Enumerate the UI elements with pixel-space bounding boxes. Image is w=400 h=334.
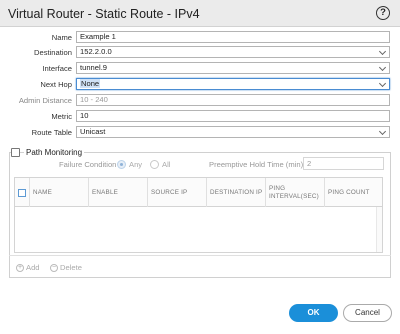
route-table-label: Route Table (31, 128, 72, 137)
column-header-ping-interval[interactable]: PING INTERVAL(SEC) (266, 178, 325, 207)
metric-field[interactable]: 10 (76, 110, 390, 122)
interface-label: Interface (42, 64, 72, 73)
column-header-destination-ip[interactable]: DESTINATION IP (207, 178, 266, 207)
interface-select[interactable]: tunnel.9 (76, 62, 390, 74)
path-monitoring-checkbox[interactable] (11, 148, 20, 157)
column-header-source-ip[interactable]: SOURCE IP (148, 178, 207, 207)
failure-condition-all-label: All (162, 160, 171, 169)
next-hop-select[interactable]: None (76, 78, 390, 90)
route-table-value: Unicast (80, 127, 106, 136)
minus-icon: − (50, 263, 58, 272)
chevron-down-icon[interactable] (378, 63, 387, 72)
admin-distance-label: Admin Distance (18, 96, 72, 105)
delete-button[interactable]: − Delete (50, 263, 82, 272)
admin-distance-placeholder: 10 - 240 (80, 95, 108, 104)
failure-condition-all-radio[interactable] (150, 160, 159, 169)
table-header: NAME ENABLE SOURCE IP DESTINATION IP PIN… (15, 178, 382, 207)
add-button[interactable]: + Add (16, 263, 40, 272)
next-hop-value: None (80, 79, 101, 88)
failure-condition-label: Failure Condition (59, 160, 117, 169)
column-header-ping-count[interactable]: PING COUNT (325, 178, 382, 207)
path-monitoring-title: Path Monitoring (24, 148, 85, 157)
failure-condition-any-radio[interactable] (117, 160, 126, 169)
column-header-enable[interactable]: ENABLE (89, 178, 148, 207)
name-value: Example 1 (80, 32, 116, 41)
route-table-select[interactable]: Unicast (76, 126, 390, 138)
chevron-down-icon[interactable] (378, 127, 387, 136)
column-header-name[interactable]: NAME (30, 178, 89, 207)
help-icon[interactable]: ? (376, 6, 390, 20)
chevron-down-icon[interactable] (378, 47, 387, 56)
preemptive-hold-time-label: Preemptive Hold Time (min) (209, 160, 304, 169)
add-label: Add (26, 263, 40, 272)
destination-field[interactable]: 152.2.0.0 (76, 46, 390, 58)
delete-label: Delete (60, 263, 82, 272)
plus-icon: + (16, 263, 24, 272)
next-hop-label: Next Hop (40, 80, 72, 89)
table-footer-divider (9, 255, 391, 256)
name-label: Name (51, 33, 72, 42)
path-monitor-table: NAME ENABLE SOURCE IP DESTINATION IP PIN… (14, 177, 383, 253)
preemptive-hold-time-value: 2 (307, 159, 312, 168)
destination-value: 152.2.0.0 (80, 47, 112, 56)
chevron-down-icon[interactable] (378, 79, 387, 88)
cancel-button[interactable]: Cancel (343, 304, 392, 322)
preemptive-hold-time-field[interactable]: 2 (303, 157, 384, 170)
metric-label: Metric (51, 112, 72, 121)
failure-condition-any-label: Any (129, 160, 143, 169)
select-all-checkbox[interactable] (18, 189, 26, 197)
name-field[interactable]: Example 1 (76, 31, 390, 43)
admin-distance-field[interactable]: 10 - 240 (76, 94, 390, 106)
table-scrollbar[interactable] (376, 207, 382, 252)
ok-button[interactable]: OK (289, 304, 338, 322)
dialog-titlebar: Virtual Router - Static Route - IPv4 ? (0, 0, 400, 27)
destination-label: Destination (34, 48, 72, 57)
dialog-title: Virtual Router - Static Route - IPv4 (8, 7, 200, 21)
interface-value: tunnel.9 (80, 63, 108, 72)
select-all-cell (15, 178, 30, 207)
metric-value: 10 (80, 111, 89, 120)
